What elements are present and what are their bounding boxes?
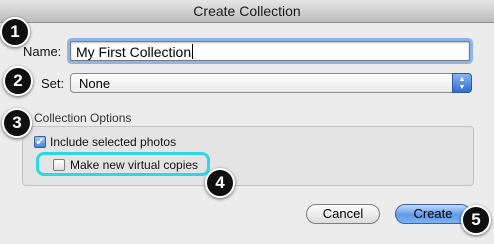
text-caret <box>192 44 194 59</box>
cancel-button[interactable]: Cancel <box>306 204 380 224</box>
dialog-title: Create Collection <box>0 0 494 23</box>
create-collection-dialog: Create Collection Name: My First Collect… <box>0 0 494 244</box>
callout-badge-4: 4 <box>205 168 235 198</box>
create-button[interactable]: Create <box>395 204 471 224</box>
include-selected-checkbox[interactable]: ✔ <box>34 136 46 148</box>
checkmark-icon: ✔ <box>35 136 45 148</box>
make-virtual-copies-label: Make new virtual copies <box>70 158 199 172</box>
callout-badge-5: 5 <box>461 205 491 235</box>
collection-options-label: Collection Options <box>34 111 132 125</box>
name-field[interactable]: My First Collection <box>70 41 470 61</box>
set-label: Set: <box>41 76 65 91</box>
callout-badge-2: 2 <box>3 66 33 96</box>
set-select-value: None <box>79 76 111 91</box>
callout-badge-3: 3 <box>2 108 32 138</box>
callout-badge-1: 1 <box>0 17 30 47</box>
name-label: Name: <box>23 44 62 59</box>
make-virtual-copies-checkbox[interactable] <box>53 159 65 171</box>
include-selected-label: Include selected photos <box>50 135 177 149</box>
name-field-value: My First Collection <box>76 44 192 60</box>
set-select[interactable]: None ▲ ▼ <box>70 73 472 93</box>
select-arrows-icon[interactable]: ▲ ▼ <box>452 73 472 93</box>
